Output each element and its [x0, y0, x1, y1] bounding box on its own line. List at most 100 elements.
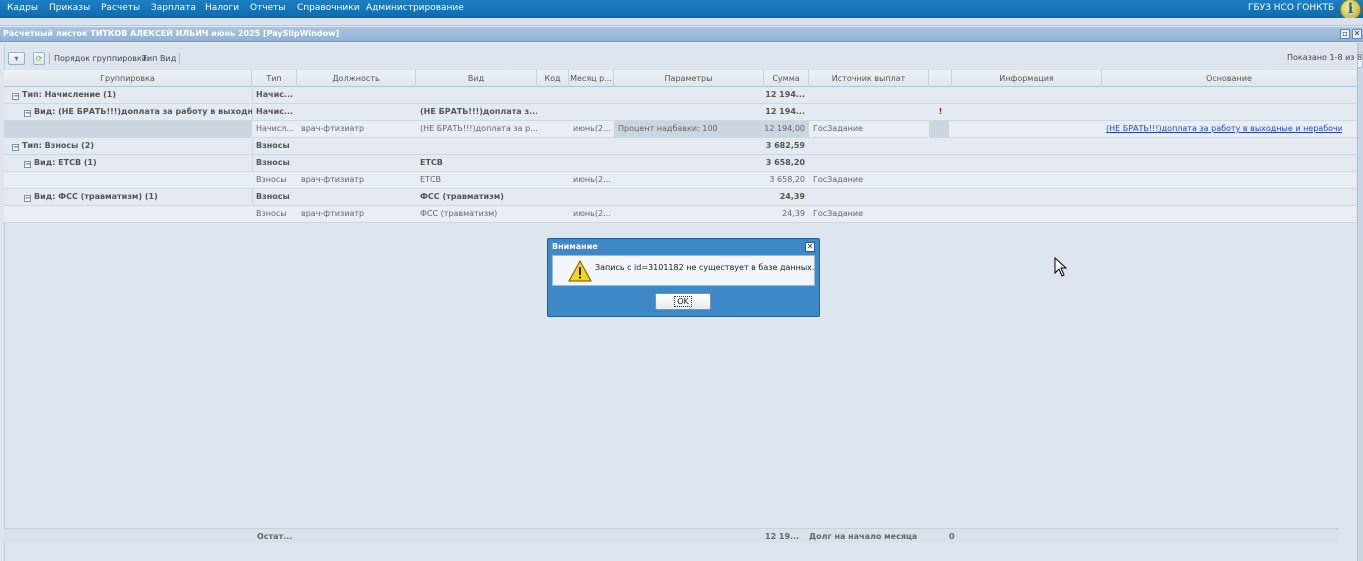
- window-title: Расчетный листок ТИТКОВ АЛЕКСЕЙ ИЛЬИЧ ию…: [3, 29, 340, 38]
- alert-dialog: Внимание ✕ Запись с id=3101182 не сущест…: [547, 238, 820, 317]
- cell-month: июнь(2...: [573, 124, 611, 133]
- column-header-month[interactable]: Месяц р...: [569, 70, 614, 87]
- grid-toolbar: ▾ ⟳ Порядок группировки: Тип Вид Показан…: [4, 50, 1362, 68]
- cell-type: Взносы: [256, 158, 290, 167]
- cell-sum: 3 658,20: [765, 158, 805, 167]
- mouse-cursor-icon: [1054, 257, 1068, 277]
- group-text: Вид: ФСС (травматизм) (1): [34, 192, 158, 201]
- grouping-label: Порядок группировки:: [54, 54, 150, 63]
- column-header-params[interactable]: Параметры: [614, 70, 764, 87]
- group-row-vid[interactable]: − Вид: (НЕ БРАТЬ!!!)доплата за работу в в…: [4, 104, 1356, 121]
- cell-vid: ЕТСВ: [420, 175, 442, 184]
- column-header-type[interactable]: Тип: [252, 70, 297, 87]
- column-header-basis[interactable]: Основание: [1102, 70, 1356, 87]
- cell-sum: 24,39: [779, 192, 805, 201]
- column-header-source[interactable]: Источник выплат: [809, 70, 929, 87]
- group-text: Вид: (НЕ БРАТЬ!!!)доплата за работу в вы…: [34, 107, 252, 116]
- dialog-message: Запись с id=3101182 не существует в базе…: [595, 263, 815, 272]
- flag-cell-bg: [929, 121, 949, 137]
- column-header-position[interactable]: Должность: [297, 70, 416, 87]
- dialog-title: Внимание: [552, 242, 598, 251]
- debt-value: 0: [949, 532, 955, 541]
- column-header-vid[interactable]: Вид: [416, 70, 537, 87]
- cell-sum: 12 194,00: [764, 124, 805, 133]
- collapse-toggle-icon[interactable]: −: [12, 93, 19, 100]
- column-header-info[interactable]: Информация: [952, 70, 1102, 87]
- ok-button[interactable]: OK: [655, 293, 711, 310]
- cell-position: врач-фтизиатр: [301, 209, 365, 218]
- cell-sum: 12 194...: [765, 90, 805, 99]
- grouping-field-vid[interactable]: Вид: [160, 54, 176, 63]
- menu-item-nalogi[interactable]: Налоги: [205, 3, 239, 13]
- restore-window-icon[interactable]: ▫: [1340, 29, 1350, 39]
- window-title-bar: Расчетный листок ТИТКОВ АЛЕКСЕЙ ИЛЬИЧ ию…: [0, 27, 1363, 42]
- group-text: Вид: ЕТСВ (1): [34, 158, 97, 167]
- summary-row: Остат... 12 19... Долг на начало месяца …: [4, 528, 1339, 543]
- cell-vid: (НЕ БРАТЬ!!!)доплата за р...: [420, 124, 537, 133]
- toolbar-separator: [179, 53, 180, 64]
- column-header-code[interactable]: Код: [537, 70, 569, 87]
- grid-header: Группировка Тип Должность Вид Код Месяц …: [4, 70, 1356, 87]
- cell-sum: 3 682,59: [765, 141, 805, 150]
- cell-params: Процент надбавки: 100: [618, 124, 718, 133]
- collapse-toggle-icon[interactable]: −: [24, 161, 31, 168]
- column-header-flag[interactable]: [929, 70, 952, 87]
- group-label: − Тип: Взносы (2): [8, 138, 252, 154]
- group-row-vid[interactable]: − Вид: ЕТСВ (1) Взносы ЕТСВ 3 658,20: [4, 155, 1356, 172]
- cell-vid: (НЕ БРАТЬ!!!)доплата з...: [420, 107, 537, 116]
- cell-type: Взносы: [256, 141, 290, 150]
- menu-item-kadry[interactable]: Кадры: [7, 3, 38, 13]
- menu-item-raschety[interactable]: Расчеты: [101, 3, 140, 13]
- table-row[interactable]: Взносы врач-фтизиатр ЕТСВ июнь(2... 3 65…: [4, 172, 1356, 189]
- warning-mark: !: [938, 107, 943, 116]
- collapse-toggle-icon[interactable]: −: [12, 144, 19, 151]
- ok-button-label: OK: [674, 296, 692, 307]
- group-row-vid[interactable]: − Вид: ФСС (травматизм) (1) Взносы ФСС (т…: [4, 189, 1356, 206]
- table-row[interactable]: Взносы врач-фтизиатр ФСС (травматизм) ию…: [4, 206, 1356, 223]
- group-text: Тип: Начисление (1): [22, 90, 117, 99]
- refresh-icon[interactable]: ⟳: [33, 52, 45, 65]
- column-header-grouping[interactable]: Группировка: [4, 70, 252, 87]
- menu-item-otchety[interactable]: Отчеты: [250, 3, 286, 13]
- cell-type: Взносы: [256, 209, 287, 218]
- cell-sum: 24,39: [782, 209, 805, 218]
- cell-sum: 12 194...: [765, 107, 805, 116]
- group-indent-cell: [4, 121, 252, 137]
- cell-source: ГосЗадание: [813, 175, 863, 184]
- column-header-sum[interactable]: Сумма: [764, 70, 809, 87]
- cell-position: врач-фтизиатр: [301, 124, 365, 133]
- cell-type: Начисл...: [256, 124, 294, 133]
- table-row[interactable]: Начисл... врач-фтизиатр (НЕ БРАТЬ!!!)доп…: [4, 121, 1356, 138]
- collapse-toggle-icon[interactable]: −: [24, 195, 31, 202]
- group-row-type[interactable]: − Тип: Начисление (1) Начис... 12 194...: [4, 87, 1356, 104]
- cell-source: ГосЗадание: [813, 209, 863, 218]
- settings-dropdown-icon[interactable]: ▾: [8, 52, 25, 65]
- menu-item-spravochniki[interactable]: Справочники: [297, 3, 360, 13]
- cell-source: ГосЗадание: [813, 124, 863, 133]
- dialog-message-panel: Запись с id=3101182 не существует в базе…: [552, 255, 815, 286]
- group-label: − Вид: ФСС (травматизм) (1): [20, 189, 252, 205]
- menu-item-administrirovanie[interactable]: Администрирование: [366, 3, 464, 13]
- cell-type: Взносы: [256, 192, 290, 201]
- dialog-close-icon[interactable]: ✕: [805, 242, 815, 252]
- close-window-icon[interactable]: ✕: [1352, 29, 1362, 39]
- debt-label: Долг на начало месяца: [809, 532, 918, 541]
- menu-item-zarplata[interactable]: Зарплата: [151, 3, 196, 13]
- cell-type: Взносы: [256, 175, 287, 184]
- cell-month: июнь(2...: [573, 209, 611, 218]
- summary-label: Остат...: [257, 532, 293, 541]
- collapse-toggle-icon[interactable]: −: [24, 110, 31, 117]
- basis-link[interactable]: (НЕ БРАТЬ!!!)доплата за работу в выходны…: [1102, 121, 1342, 137]
- menu-separator: [0, 18, 1363, 26]
- group-row-type[interactable]: − Тип: Взносы (2) Взносы 3 682,59: [4, 138, 1356, 155]
- grouping-field-type[interactable]: Тип: [142, 54, 157, 63]
- menu-item-prikazy[interactable]: Приказы: [49, 3, 90, 13]
- cell-vid: ЕТСВ: [420, 158, 443, 167]
- toolbar-separator: [49, 53, 50, 64]
- cell-type: Начис...: [256, 90, 294, 99]
- summary-sum: 12 19...: [765, 532, 800, 541]
- cell-sum: 3 658,20: [769, 175, 805, 184]
- side-panel-strip: [1357, 43, 1363, 561]
- cell-type: Начис...: [256, 107, 294, 116]
- info-icon[interactable]: i: [1340, 0, 1361, 20]
